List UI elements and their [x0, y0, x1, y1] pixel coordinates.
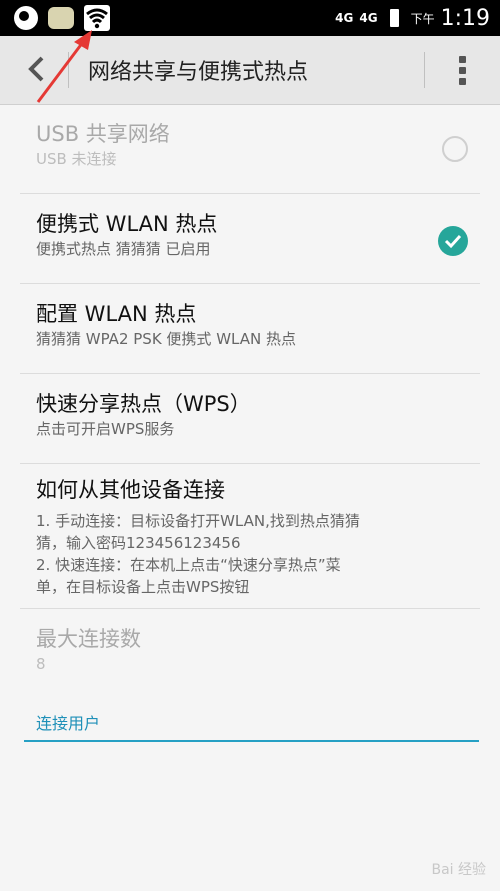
item-subtitle: 点击可开启WPS服务 [36, 420, 175, 438]
item-title: USB 共享网络 [36, 122, 170, 146]
item-title: 快速分享热点（WPS） [36, 392, 251, 416]
max-connections-item[interactable]: 最大连接数 8 [20, 609, 480, 697]
item-title: 便携式 WLAN 热点 [36, 212, 218, 236]
item-title: 如何从其他设备连接 [36, 478, 225, 502]
connected-users-header: 连接用户 [24, 700, 479, 742]
instruction-line: 单，在目标设备上点击WPS按钮 [36, 578, 250, 596]
usb-tethering-toggle[interactable] [442, 136, 468, 162]
item-subtitle: USB 未连接 [36, 150, 117, 168]
network-indicator-2: 4G [359, 11, 378, 25]
wps-hotspot-item[interactable]: 快速分享热点（WPS） 点击可开启WPS服务 [20, 374, 480, 464]
ampm-label: 下午 [410, 11, 435, 26]
overflow-menu-button[interactable] [452, 56, 472, 86]
portable-hotspot-item[interactable]: 便携式 WLAN 热点 便携式热点 猜猜猜 已启用 [20, 194, 480, 284]
message-notification-icon [48, 7, 74, 29]
item-subtitle: 便携式热点 猜猜猜 已启用 [36, 240, 211, 258]
battery-icon [389, 9, 399, 27]
annotation-arrow-icon [36, 30, 92, 103]
divider [424, 52, 425, 88]
clock: 1:19 [440, 5, 490, 31]
instruction-line: 2. 快速连接：在本机上点击“快速分享热点”菜 [36, 556, 341, 574]
app-notification-icon [14, 6, 38, 30]
checkmark-icon [444, 234, 462, 249]
network-indicator-1: 4G [335, 11, 354, 25]
settings-list: USB 共享网络 USB 未连接 便携式 WLAN 热点 便携式热点 猜猜猜 已… [0, 104, 500, 697]
item-title: 配置 WLAN 热点 [36, 302, 197, 326]
instruction-line: 猜，输入密码123456123456 [36, 534, 241, 552]
section-title: 连接用户 [36, 714, 101, 733]
watermark: Bai 经验 [431, 862, 486, 878]
item-value: 8 [36, 655, 46, 673]
configure-hotspot-item[interactable]: 配置 WLAN 热点 猜猜猜 WPA2 PSK 便携式 WLAN 热点 [20, 284, 480, 374]
page-title: 网络共享与便携式热点 [88, 60, 309, 85]
instruction-line: 1. 手动连接：目标设备打开WLAN,找到热点猜猜 [36, 512, 360, 530]
item-subtitle: 猜猜猜 WPA2 PSK 便携式 WLAN 热点 [36, 330, 296, 348]
item-title: 最大连接数 [36, 627, 141, 651]
hotspot-enabled-checkbox[interactable] [438, 226, 468, 256]
how-to-connect-item[interactable]: 如何从其他设备连接 1. 手动连接：目标设备打开WLAN,找到热点猜猜 猜，输入… [20, 464, 480, 609]
usb-tethering-item[interactable]: USB 共享网络 USB 未连接 [20, 104, 480, 194]
